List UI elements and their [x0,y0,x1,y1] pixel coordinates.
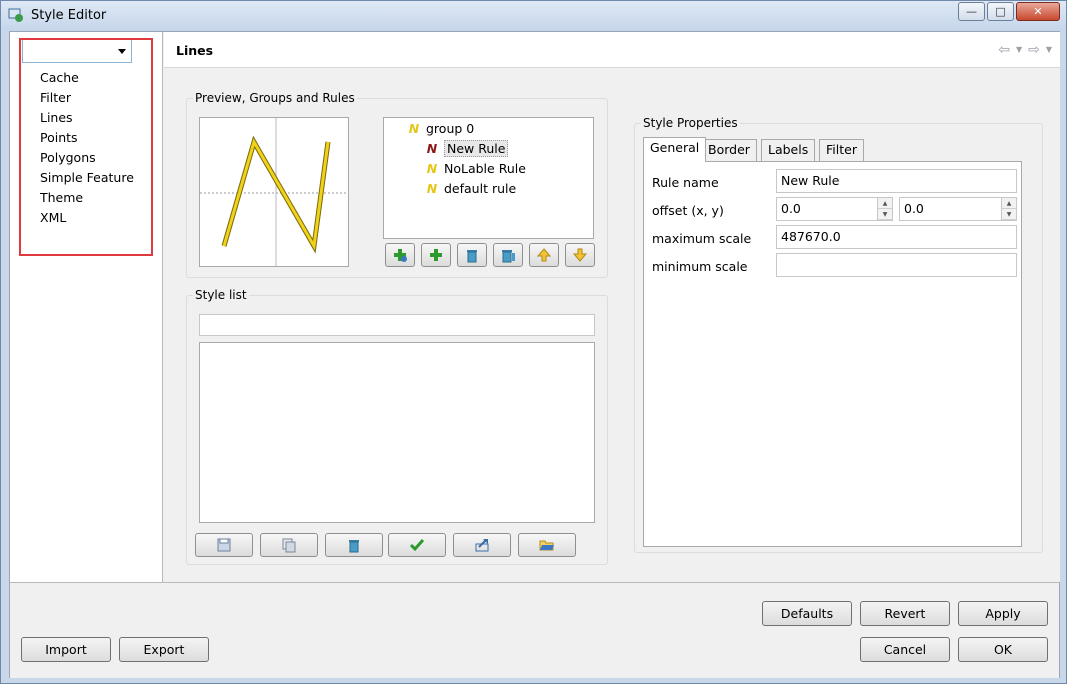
add-group-icon [394,249,407,262]
category-combo[interactable] [22,39,132,63]
export-icon [475,539,489,552]
min-scale-label: minimum scale [652,259,748,274]
tab-border[interactable]: Border [701,139,757,161]
back-arrow-icon[interactable]: ⇦ [998,42,1010,58]
forward-arrow-icon[interactable]: ⇨ [1028,42,1040,58]
apply-style-button[interactable] [388,533,446,557]
tree-item-rule[interactable]: N NoLable Rule [424,160,526,178]
category-item-xml[interactable]: XML [40,208,134,228]
category-item-theme[interactable]: Theme [40,188,134,208]
editor-pane: Lines ⇦ ▼ ⇨ ▼ Preview, Groups and Rules [164,32,1060,582]
delete-style-button[interactable] [325,533,383,557]
rule-name-field[interactable]: New Rule [776,169,1017,193]
apply-button[interactable]: Apply [958,601,1048,626]
category-item-filter[interactable]: Filter [40,88,134,108]
offset-x-spin-buttons[interactable]: ▲ ▼ [877,198,892,220]
style-editor-window: Style Editor — □ ✕ Cache Filter Lines Po… [0,0,1067,684]
tree-item-rule[interactable]: Ndefault rule [424,180,516,198]
pane-header: Lines ⇦ ▼ ⇨ ▼ [164,32,1060,68]
open-style-button[interactable] [518,533,576,557]
category-list: Cache Filter Lines Points Polygons Simpl… [40,68,134,228]
line-symbol-red-icon: N [426,141,438,156]
move-down-icon [572,248,588,262]
forward-dropdown-icon[interactable]: ▼ [1046,45,1052,58]
min-scale-field[interactable] [776,253,1017,277]
group-label: Preview, Groups and Rules [193,91,357,105]
move-up-icon [536,248,552,262]
save-style-button[interactable] [195,533,253,557]
delete-icon [467,250,477,263]
line-symbol-icon: N [408,121,420,136]
add-rule-icon [430,249,442,261]
category-item-lines[interactable]: Lines [40,108,134,128]
cancel-button[interactable]: Cancel [860,637,950,662]
rules-tree[interactable]: Ngroup 0 N New Rule N NoLable Rule Ndefaul… [383,117,594,239]
delete-all-button[interactable] [493,243,523,267]
offset-y-spinner[interactable]: 0.0 ▲ ▼ [899,197,1017,221]
ok-button[interactable]: OK [958,637,1048,662]
back-dropdown-icon[interactable]: ▼ [1016,45,1022,58]
general-tab-panel: Rule name New Rule offset (x, y) 0.0 ▲ ▼ … [643,161,1022,547]
preview-groups-rules-group: Preview, Groups and Rules Ngroup 0 N New … [186,91,608,278]
tree-item-group[interactable]: Ngroup 0 [406,120,474,138]
app-icon [8,8,23,22]
title-bar[interactable]: Style Editor — □ ✕ [1,1,1066,31]
max-scale-field[interactable]: 487670.0 [776,225,1017,249]
delete-rule-button[interactable] [457,243,487,267]
category-item-cache[interactable]: Cache [40,68,134,88]
chevron-down-icon[interactable] [118,49,126,54]
category-item-polygons[interactable]: Polygons [40,148,134,168]
import-button[interactable]: Import [21,637,111,662]
save-icon [217,538,231,552]
tab-labels[interactable]: Labels [761,139,816,161]
category-pane: Cache Filter Lines Points Polygons Simpl… [10,32,163,582]
line-symbol-icon: N [426,181,438,196]
delete-all-icon [502,250,515,263]
add-rule-button[interactable] [421,243,451,267]
add-group-button[interactable] [385,243,415,267]
tree-item-rule[interactable]: N New Rule [424,140,509,158]
page-title: Lines [176,43,214,58]
style-preview [199,117,349,267]
minimize-button[interactable]: — [958,2,985,21]
style-list[interactable] [199,342,595,523]
export-button[interactable]: Export [119,637,209,662]
offset-y-spin-buttons[interactable]: ▲ ▼ [1001,198,1016,220]
offset-label: offset (x, y) [652,203,724,218]
tab-general[interactable]: General [643,137,707,162]
dialog-footer: Defaults Revert Apply Import Export Canc… [10,582,1059,678]
max-scale-label: maximum scale [652,231,752,246]
export-style-button[interactable] [453,533,511,557]
dialog-client-area: Cache Filter Lines Points Polygons Simpl… [9,31,1060,678]
offset-x-spinner[interactable]: 0.0 ▲ ▼ [776,197,893,221]
maximize-button[interactable]: □ [987,2,1014,21]
style-properties-group: Style Properties General Border Labels F… [634,116,1043,553]
window-controls: — □ ✕ [956,2,1060,21]
history-nav: ⇦ ▼ ⇨ ▼ [998,42,1052,58]
delete-icon [349,540,359,553]
group-label: Style list [193,288,249,302]
category-item-points[interactable]: Points [40,128,134,148]
category-item-simple-feature[interactable]: Simple Feature [40,168,134,188]
tab-filter[interactable]: Filter [819,139,864,161]
line-symbol-icon: N [426,161,438,176]
open-folder-icon [539,540,554,551]
copy-icon [282,538,296,553]
style-list-group: Style list [186,288,608,565]
revert-button[interactable]: Revert [860,601,950,626]
close-button[interactable]: ✕ [1016,2,1060,21]
move-down-button[interactable] [565,243,595,267]
preview-canvas [200,118,348,266]
defaults-button[interactable]: Defaults [762,601,852,626]
window-title: Style Editor [31,8,107,23]
move-up-button[interactable] [529,243,559,267]
style-filter-input[interactable] [199,314,595,336]
rule-name-label: Rule name [652,175,719,190]
copy-style-button[interactable] [260,533,318,557]
apply-check-icon [409,539,425,552]
group-label: Style Properties [641,116,740,130]
